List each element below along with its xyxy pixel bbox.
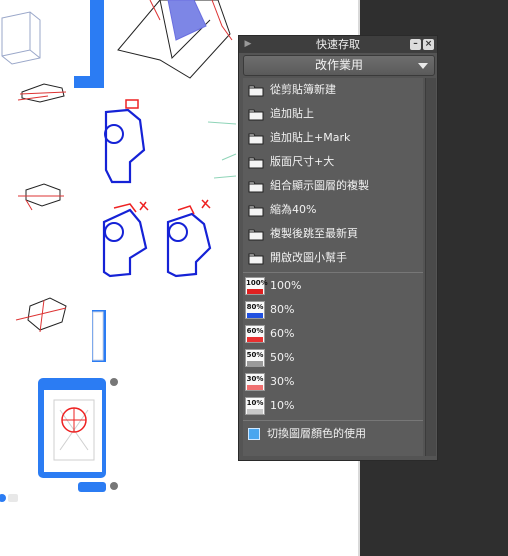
folder-icon <box>248 109 264 121</box>
folder-icon <box>248 253 264 265</box>
action-item[interactable]: 複製後跳至最新頁 <box>243 222 423 246</box>
opacity-label: 10% <box>270 399 295 412</box>
folder-icon <box>248 133 264 145</box>
action-label: 縮為40% <box>270 203 317 216</box>
opacity-item[interactable]: 80% 80% <box>243 298 423 322</box>
opacity-label: 30% <box>270 375 295 388</box>
list-divider <box>243 272 423 273</box>
action-label: 開啟改圖小幫手 <box>270 251 347 264</box>
folder-icon <box>248 181 264 193</box>
opacity-label: 60% <box>270 327 295 340</box>
list-scrollbar[interactable] <box>425 78 436 456</box>
checkbox-icon[interactable] <box>248 428 260 440</box>
action-label: 追加貼上+Mark <box>270 131 351 144</box>
opacity-item[interactable]: 100% 100% <box>243 274 423 298</box>
opacity-80-icon: 80% <box>245 301 265 319</box>
chevron-down-icon[interactable] <box>418 63 428 69</box>
action-item[interactable]: 開啟改圖小幫手 <box>243 246 423 270</box>
folder-icon <box>248 157 264 169</box>
opacity-label: 80% <box>270 303 295 316</box>
opacity-label: 100% <box>270 279 302 292</box>
opacity-item[interactable]: 50% 50% <box>243 346 423 370</box>
opacity-30-icon: 30% <box>245 373 265 391</box>
set-dropdown[interactable]: 改作業用 <box>243 55 435 76</box>
opacity-100-icon: 100% <box>245 277 268 295</box>
opacity-label: 50% <box>270 351 295 364</box>
set-dropdown-value: 改作業用 <box>314 58 363 72</box>
toggle-layer-color-item[interactable]: 切換圖層顏色的使用 <box>243 422 423 446</box>
opacity-item[interactable]: 30% 30% <box>243 370 423 394</box>
folder-icon <box>248 229 264 241</box>
action-label: 複製後跳至最新頁 <box>270 227 358 240</box>
list-divider <box>243 420 423 421</box>
action-label: 版面尺寸+大 <box>270 155 335 168</box>
action-item[interactable]: 追加貼上+Mark <box>243 126 423 150</box>
quick-access-list: 從剪貼簿新建 追加貼上 追加貼上+Mark 版面尺寸+大 組合顯示圖層的複製 縮… <box>243 78 423 456</box>
action-item[interactable]: 從剪貼簿新建 <box>243 78 423 102</box>
folder-icon <box>248 85 264 97</box>
panel-titlebar[interactable]: ▶ 快速存取 – × <box>239 36 437 53</box>
toggle-label: 切換圖層顏色的使用 <box>267 427 366 440</box>
action-label: 從剪貼簿新建 <box>270 83 336 96</box>
opacity-50-icon: 50% <box>245 349 265 367</box>
folder-icon <box>248 205 264 217</box>
quick-access-panel: ▶ 快速存取 – × 改作業用 從剪貼簿新建 追加貼上 追加貼上+Mark 版面… <box>238 35 438 461</box>
minimize-icon[interactable]: – <box>410 39 421 50</box>
panel-grip-icon[interactable]: ▶ <box>243 39 253 50</box>
close-icon[interactable]: × <box>423 39 434 50</box>
action-label: 追加貼上 <box>270 107 314 120</box>
action-item[interactable]: 追加貼上 <box>243 102 423 126</box>
opacity-10-icon: 10% <box>245 397 265 415</box>
action-item[interactable]: 組合顯示圖層的複製 <box>243 174 423 198</box>
action-item[interactable]: 縮為40% <box>243 198 423 222</box>
panel-title: 快速存取 <box>316 38 360 51</box>
action-label: 組合顯示圖層的複製 <box>270 179 369 192</box>
opacity-item[interactable]: 60% 60% <box>243 322 423 346</box>
opacity-item[interactable]: 10% 10% <box>243 394 423 418</box>
action-item[interactable]: 版面尺寸+大 <box>243 150 423 174</box>
opacity-60-icon: 60% <box>245 325 265 343</box>
